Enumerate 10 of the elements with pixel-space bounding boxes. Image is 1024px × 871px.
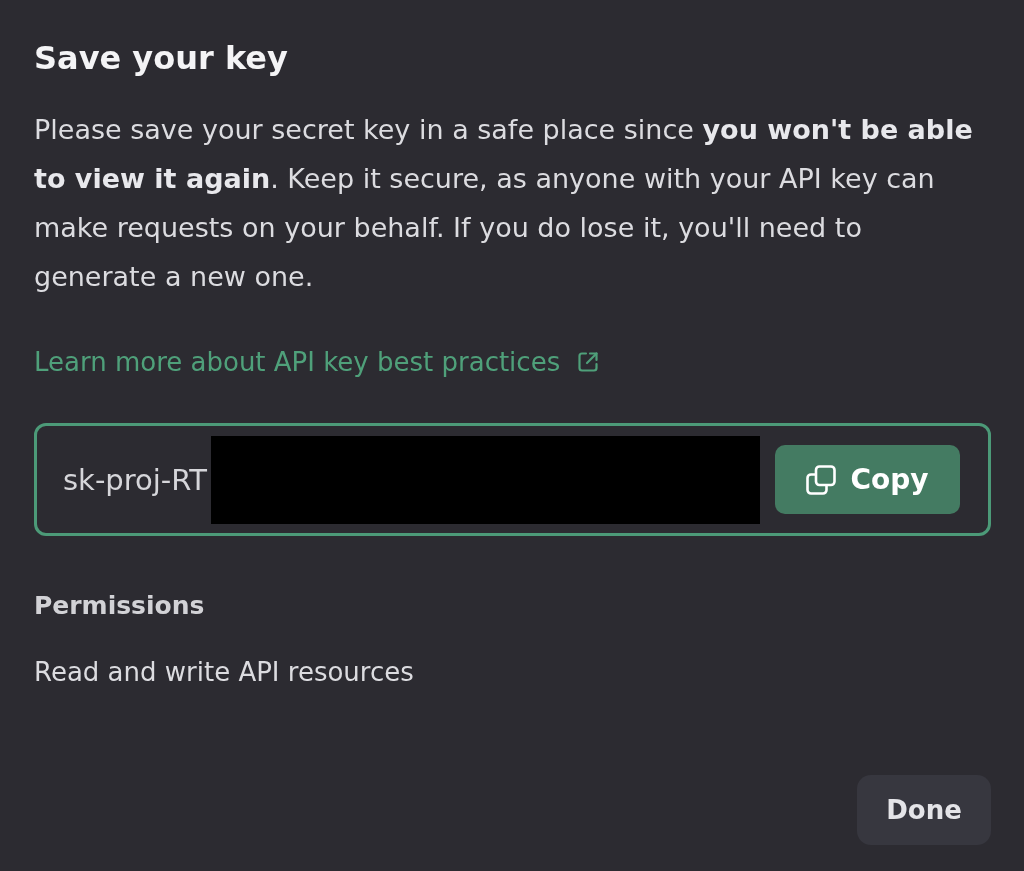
copy-icon (806, 464, 837, 495)
copy-button[interactable]: Copy (775, 445, 960, 514)
learn-more-link[interactable]: Learn more about API key best practices (34, 342, 601, 382)
dialog-title: Save your key (34, 38, 288, 79)
api-key-text: sk-proj-RT (63, 462, 208, 497)
description-text: Please save your secret key in a safe place since you won't be able to view it again. Keep it secure, as anyone with your API key can make requests on your behalf. If you do lose it, you'll need to generate a new one. (34, 113, 974, 294)
done-button[interactable]: Done (857, 775, 991, 845)
permissions-value: Read and write API resources (34, 656, 414, 689)
key-field[interactable]: sk-proj-RT Copy (34, 423, 991, 536)
permissions-label: Permissions (34, 590, 205, 622)
